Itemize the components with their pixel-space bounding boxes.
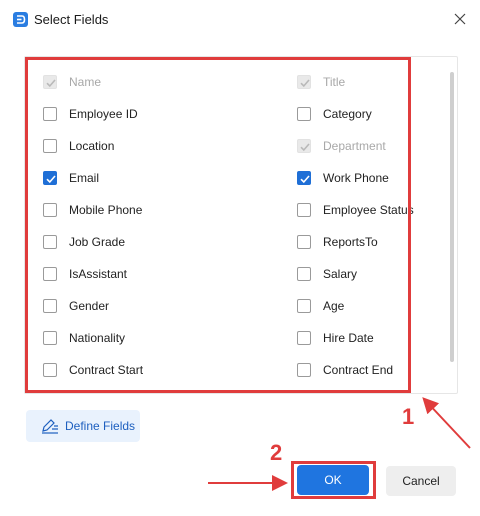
- field-label: Contract Start: [69, 363, 144, 377]
- checkbox-age[interactable]: [297, 299, 311, 313]
- field-email[interactable]: Email: [43, 168, 99, 188]
- checkbox-work-phone[interactable]: [297, 171, 311, 185]
- checkbox-hire-date[interactable]: [297, 331, 311, 345]
- edit-fields-icon: [41, 418, 59, 439]
- app-logo-icon: [13, 12, 28, 27]
- field-label: Location: [69, 139, 115, 153]
- field-employee-status[interactable]: Employee Status: [297, 200, 414, 220]
- define-fields-button[interactable]: Define Fields: [26, 410, 140, 442]
- checkbox-employee-id[interactable]: [43, 107, 57, 121]
- field-label: Nationality: [69, 331, 126, 345]
- field-label: Work Phone: [323, 171, 389, 185]
- field-label: Mobile Phone: [69, 203, 143, 217]
- field-hire-date[interactable]: Hire Date: [297, 328, 374, 348]
- field-reportsto[interactable]: ReportsTo: [297, 232, 378, 252]
- checkbox-employee-status[interactable]: [297, 203, 311, 217]
- field-label: Employee ID: [69, 107, 138, 121]
- field-employee-id[interactable]: Employee ID: [43, 104, 138, 124]
- annotation-step-1: 1: [402, 404, 415, 429]
- field-label: Job Grade: [69, 235, 126, 249]
- field-label: Age: [323, 299, 345, 313]
- checkbox-mobile-phone[interactable]: [43, 203, 57, 217]
- field-mobile-phone[interactable]: Mobile Phone: [43, 200, 142, 220]
- field-label: Gender: [69, 299, 110, 313]
- ok-button[interactable]: OK: [297, 465, 369, 495]
- field-title: Title: [297, 72, 345, 92]
- field-gender[interactable]: Gender: [43, 296, 109, 316]
- checkbox-location[interactable]: [43, 139, 57, 153]
- field-label: Category: [323, 107, 372, 121]
- arrow-to-fields: [422, 397, 471, 449]
- checkbox-nationality[interactable]: [43, 331, 57, 345]
- checkbox-department: [297, 139, 311, 153]
- field-label: Name: [69, 75, 102, 89]
- field-label: IsAssistant: [69, 267, 128, 281]
- checkbox-reportsto[interactable]: [297, 235, 311, 249]
- field-department: Department: [297, 136, 386, 156]
- field-label: Email: [69, 171, 100, 185]
- checkbox-gender[interactable]: [43, 299, 57, 313]
- annotation-step-2: 2: [270, 440, 283, 465]
- checkbox-salary[interactable]: [297, 267, 311, 281]
- checkbox-isassistant[interactable]: [43, 267, 57, 281]
- field-label: ReportsTo: [323, 235, 378, 249]
- field-location[interactable]: Location: [43, 136, 114, 156]
- field-contract-end[interactable]: Contract End: [297, 360, 393, 380]
- checkbox-job-grade[interactable]: [43, 235, 57, 249]
- checkbox-contract-end[interactable]: [297, 363, 311, 377]
- field-nationality[interactable]: Nationality: [43, 328, 125, 348]
- dialog-titlebar: Select Fields: [0, 0, 480, 40]
- field-salary[interactable]: Salary: [297, 264, 357, 284]
- field-category[interactable]: Category: [297, 104, 372, 124]
- dialog-title: Select Fields: [34, 12, 109, 27]
- field-contract-start[interactable]: Contract Start: [43, 360, 143, 380]
- fields-scrollbar[interactable]: [448, 72, 456, 364]
- field-work-phone[interactable]: Work Phone: [297, 168, 389, 188]
- field-age[interactable]: Age: [297, 296, 344, 316]
- field-label: Salary: [323, 267, 358, 281]
- checkbox-title: [297, 75, 311, 89]
- field-isassistant[interactable]: IsAssistant: [43, 264, 127, 284]
- field-label: Department: [323, 139, 386, 153]
- field-label: Hire Date: [323, 331, 374, 345]
- close-icon[interactable]: [450, 9, 470, 29]
- field-label: Contract End: [323, 363, 394, 377]
- cancel-button[interactable]: Cancel: [386, 466, 456, 496]
- scrollbar-thumb[interactable]: [450, 72, 454, 362]
- checkbox-contract-start[interactable]: [43, 363, 57, 377]
- checkbox-email[interactable]: [43, 171, 57, 185]
- field-job-grade[interactable]: Job Grade: [43, 232, 125, 252]
- field-label: Title: [323, 75, 346, 89]
- checkbox-category[interactable]: [297, 107, 311, 121]
- define-fields-label: Define Fields: [65, 419, 136, 433]
- field-name: Name: [43, 72, 101, 92]
- checkbox-name: [43, 75, 57, 89]
- field-label: Employee Status: [323, 203, 414, 217]
